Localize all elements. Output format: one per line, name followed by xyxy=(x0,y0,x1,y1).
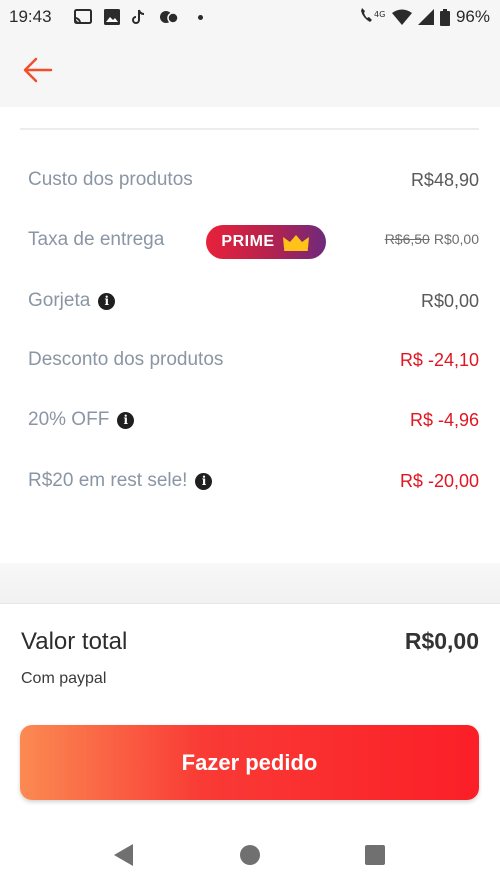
divider xyxy=(20,128,479,130)
battery-icon xyxy=(439,8,450,26)
row-percent-off: 20% OFF i R$ -4,96 xyxy=(28,405,479,435)
rest-promo-label-group: R$20 em rest sele! i xyxy=(28,470,213,492)
nav-home-icon[interactable] xyxy=(240,845,260,865)
status-right: 4G 96% xyxy=(358,7,490,27)
place-order-button[interactable]: Fazer pedido xyxy=(20,725,479,800)
gallery-icon xyxy=(104,9,120,25)
section-separator xyxy=(0,563,500,604)
delivery-fee-values: R$6,50 R$0,00 xyxy=(385,231,479,249)
system-nav-bar xyxy=(0,826,500,889)
nav-back-icon[interactable] xyxy=(114,844,133,866)
tiktok-icon xyxy=(132,9,145,24)
products-cost-label: Custo dos produtos xyxy=(28,169,193,190)
wifi-icon xyxy=(391,9,412,25)
products-discount-value: R$ -24,10 xyxy=(399,349,479,370)
svg-text:4G: 4G xyxy=(374,10,385,19)
row-rest-promo: R$20 em rest sele! i R$ -20,00 xyxy=(28,466,479,496)
row-tip: Gorjeta i R$0,00 xyxy=(28,286,479,316)
wifi-call-icon: 4G xyxy=(360,8,385,22)
products-discount-label: Desconto dos produtos xyxy=(28,349,224,370)
row-products-discount: Desconto dos produtos R$ -24,10 xyxy=(28,345,479,375)
percent-off-label-group: 20% OFF i xyxy=(28,409,135,431)
battery-percent: 96% xyxy=(455,7,490,26)
prime-badge-label: PRIME xyxy=(221,233,275,250)
prime-badge[interactable]: PRIME xyxy=(206,225,326,259)
info-icon[interactable]: i xyxy=(117,411,135,429)
status-bar: 19:43 4G 96% xyxy=(0,0,500,34)
payment-method[interactable]: Com paypal xyxy=(21,670,106,688)
nav-recents-icon[interactable] xyxy=(365,845,385,865)
total-value: R$0,00 xyxy=(404,628,479,654)
back-button[interactable] xyxy=(22,56,54,84)
row-products-cost: Custo dos produtos R$48,90 xyxy=(28,165,479,195)
arrow-left-icon xyxy=(23,57,53,83)
signal-icon xyxy=(417,9,434,25)
dot-icon xyxy=(198,14,203,20)
delivery-fee-label: Taxa de entrega xyxy=(28,229,165,250)
products-cost-value: R$48,90 xyxy=(410,169,479,190)
tip-value: R$0,00 xyxy=(420,290,479,311)
notification-icons xyxy=(74,8,203,26)
tip-label-group: Gorjeta i xyxy=(28,290,116,312)
percent-off-value: R$ -4,96 xyxy=(409,409,479,430)
tip-label: Gorjeta xyxy=(28,290,91,311)
percent-off-label: 20% OFF xyxy=(28,409,110,430)
rest-promo-label: R$20 em rest sele! xyxy=(28,470,188,491)
status-time: 19:43 xyxy=(9,7,52,26)
header xyxy=(0,34,500,107)
delivery-fee-value: R$0,00 xyxy=(433,231,479,247)
rest-promo-value: R$ -20,00 xyxy=(399,470,479,491)
crown-icon xyxy=(282,235,309,251)
total-label: Valor total xyxy=(21,628,128,655)
info-icon[interactable]: i xyxy=(98,292,116,310)
cast-icon xyxy=(74,9,92,24)
info-icon[interactable]: i xyxy=(195,472,213,490)
delivery-fee-old-value: R$6,50 xyxy=(384,231,430,247)
app-notification-icon xyxy=(160,11,179,24)
